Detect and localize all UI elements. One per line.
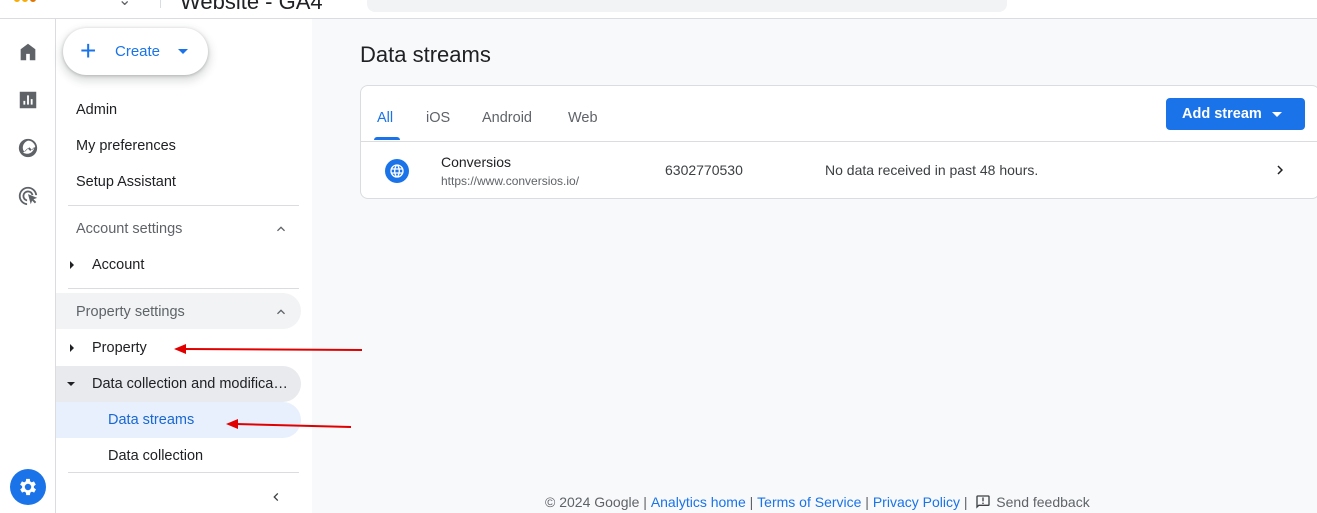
caret-down-icon — [178, 49, 188, 54]
analytics-logo-icon[interactable] — [14, 0, 36, 2]
nav-item-setup-assistant[interactable]: Setup Assistant — [76, 174, 176, 190]
advertising-icon[interactable] — [16, 184, 40, 208]
main-content: Data streams All iOS Android Web Add str… — [312, 19, 1317, 513]
caret-down-icon — [1272, 112, 1282, 117]
topbar-divider — [160, 0, 161, 8]
nav-divider — [68, 288, 299, 289]
analytics-home-link[interactable]: Analytics home — [651, 494, 746, 510]
data-streams-card: All iOS Android Web Add stream Conversio… — [360, 85, 1317, 199]
search-input[interactable] — [367, 0, 1007, 12]
page-title: Data streams — [360, 42, 491, 67]
top-bar: ⌄ Website - GA4 — [0, 0, 1317, 19]
privacy-policy-link[interactable]: Privacy Policy — [873, 494, 960, 510]
chevron-up-icon[interactable] — [273, 304, 289, 320]
globe-icon — [385, 159, 409, 183]
create-button-label: Create — [115, 43, 161, 60]
home-icon[interactable] — [16, 40, 40, 64]
add-stream-button[interactable]: Add stream — [1166, 98, 1305, 130]
footer: © 2024 Google | Analytics home | Terms o… — [545, 494, 1090, 510]
nav-divider — [68, 205, 299, 206]
stream-name[interactable]: Conversios — [441, 154, 511, 170]
admin-gear-icon[interactable] — [10, 469, 46, 505]
footer-copyright: © 2024 Google — [545, 494, 640, 510]
nav-item-admin[interactable]: Admin — [76, 102, 117, 118]
tab-ios[interactable]: iOS — [426, 110, 450, 126]
property-title[interactable]: Website - GA4 — [180, 0, 323, 15]
stream-status: No data received in past 48 hours. — [825, 162, 1039, 178]
section-property-settings[interactable]: Property settings — [76, 304, 185, 320]
nav-item-data-collection-modification[interactable]: Data collection and modifica… — [92, 376, 288, 392]
tab-android[interactable]: Android — [482, 110, 532, 126]
stream-id: 6302770530 — [665, 162, 743, 178]
nav-item-my-preferences[interactable]: My preferences — [76, 138, 176, 154]
annotation-arrow-data-streams — [226, 419, 352, 429]
terms-of-service-link[interactable]: Terms of Service — [757, 494, 861, 510]
tab-all[interactable]: All — [377, 110, 393, 126]
feedback-icon[interactable] — [975, 494, 991, 510]
stream-url: https://www.conversios.io/ — [441, 174, 580, 188]
plus-icon: + — [80, 35, 97, 66]
nav-item-data-collection[interactable]: Data collection — [108, 448, 203, 464]
account-switcher-chevron-icon[interactable]: ⌄ — [118, 0, 131, 10]
nav-item-property[interactable]: Property — [92, 340, 147, 356]
chevron-right-icon[interactable] — [1271, 161, 1289, 179]
expand-arrow-icon[interactable] — [70, 344, 74, 352]
add-stream-label: Add stream — [1182, 106, 1262, 122]
section-account-settings[interactable]: Account settings — [76, 221, 182, 237]
nav-item-data-streams[interactable]: Data streams — [108, 412, 194, 428]
card-divider — [361, 141, 1317, 142]
expand-arrow-icon[interactable] — [70, 261, 74, 269]
nav-divider — [68, 472, 299, 473]
chevron-up-icon[interactable] — [273, 221, 289, 237]
reports-icon[interactable] — [16, 88, 40, 112]
left-rail — [0, 19, 56, 513]
annotation-arrow-property — [174, 344, 363, 354]
collapse-nav-chevron-icon[interactable] — [268, 489, 284, 505]
send-feedback-link[interactable]: Send feedback — [996, 494, 1089, 510]
create-button[interactable]: + Create — [63, 28, 208, 75]
admin-nav-panel: + Create Admin My preferences Setup Assi… — [56, 19, 312, 513]
nav-item-account[interactable]: Account — [92, 257, 144, 273]
tab-web[interactable]: Web — [568, 110, 598, 126]
explore-icon[interactable] — [16, 136, 40, 160]
active-tab-indicator — [374, 137, 400, 140]
collapse-arrow-icon[interactable] — [67, 382, 75, 386]
